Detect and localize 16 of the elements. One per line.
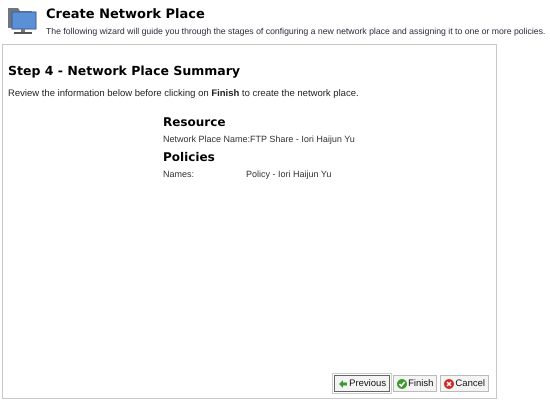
step-title: Step 4 - Network Place Summary — [8, 63, 242, 78]
cancel-button[interactable]: Cancel — [440, 375, 489, 392]
field-value: FTP Share - Iori Haijun Yu — [250, 134, 355, 144]
check-icon — [397, 378, 408, 388]
field-label: Network Place Name: — [163, 134, 250, 144]
wizard-title: Create Network Place — [46, 7, 206, 22]
section-heading: Policies — [163, 150, 216, 164]
finish-button[interactable]: Finish — [393, 375, 438, 392]
previous-button[interactable]: Previous — [334, 375, 390, 392]
step-instructions: Review the information below before clicking on Finish to create the network place. — [8, 88, 360, 99]
wizard-description: The following wizard will guide you through the stages of configuring a new network place and assigning it to one or more policies. — [46, 26, 546, 36]
close-icon — [444, 378, 454, 388]
section-heading: Resource — [163, 115, 226, 129]
left-arrow-icon — [338, 378, 348, 388]
field-value: Policy - Iori Haijun Yu — [246, 169, 332, 179]
field-label: Names: — [163, 169, 196, 179]
